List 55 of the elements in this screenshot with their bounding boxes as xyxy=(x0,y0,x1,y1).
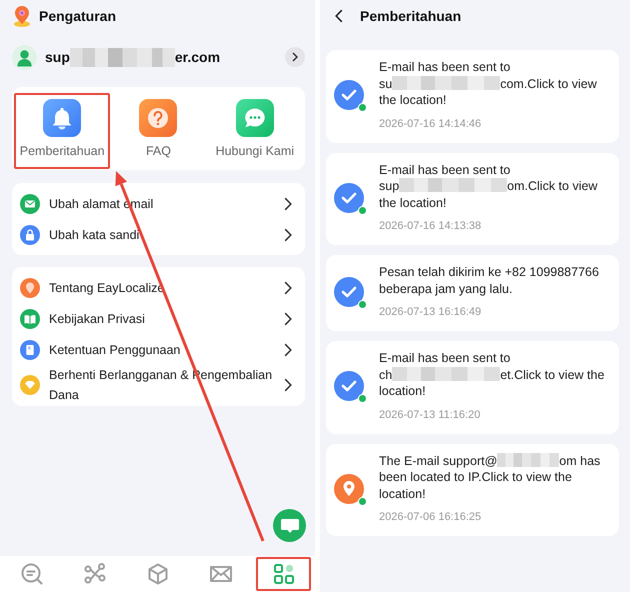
check-icon xyxy=(334,371,364,402)
search-icon xyxy=(20,562,44,586)
menu-item[interactable]: Ketentuan Penggunaan xyxy=(12,334,305,365)
menu-item[interactable]: Kebijakan Privasi xyxy=(12,303,305,334)
quick-action[interactable]: Hubungi Kami xyxy=(206,93,303,169)
chat-button[interactable] xyxy=(273,509,306,542)
notification-message: E-mail has been sent to sup om.Click to view the location! xyxy=(379,162,598,211)
check-icon xyxy=(334,80,364,110)
chevron-right-icon xyxy=(284,280,292,294)
check-icon xyxy=(334,277,364,307)
notification-message: E-mail has been sent to su com.Click to view the location! xyxy=(379,59,598,108)
chevron-left-icon xyxy=(335,9,343,23)
notification-card[interactable]: E-mail has been sent to su com.Click to view the location! 2026-07-16 14:14:46 xyxy=(326,50,619,142)
email-icon xyxy=(20,194,40,214)
account-email: sup er.com xyxy=(45,48,220,66)
notification-time: 2026-07-16 14:14:46 xyxy=(379,116,482,132)
pin-icon xyxy=(20,278,40,298)
notification-time: 2026-07-16 14:13:38 xyxy=(379,219,482,234)
location-pin-icon xyxy=(334,474,364,504)
book-icon xyxy=(20,308,40,328)
document-icon xyxy=(20,340,40,360)
notification-time: 2026-07-06 16:16:25 xyxy=(379,510,482,525)
chevron-right-icon xyxy=(292,52,298,62)
notification-card[interactable]: E-mail has been sent to ch et.Click to view the location! 2026-07-13 11:16:20 xyxy=(326,341,619,434)
menu-item[interactable]: Ubah kata sandi xyxy=(12,219,305,250)
chevron-right-icon xyxy=(284,342,292,356)
notification-card[interactable]: The E-mail support@ om has been located to IP.Click to view the location! 2026-07-06 16:16:25 xyxy=(326,444,619,536)
check-icon xyxy=(334,182,364,213)
bell-icon xyxy=(43,99,82,137)
notification-time: 2026-07-13 16:16:49 xyxy=(379,305,482,320)
chat-bubble-icon xyxy=(280,518,298,534)
chevron-right-icon xyxy=(284,312,292,326)
chevron-right-icon xyxy=(284,228,292,242)
share-icon xyxy=(82,562,106,586)
notifications-title: Pemberitahuan xyxy=(360,8,462,24)
account-arrow-button[interactable] xyxy=(285,47,305,67)
apps-grid-icon xyxy=(272,562,296,586)
question-icon xyxy=(139,99,178,137)
chevron-right-icon xyxy=(284,196,292,210)
notification-message: The E-mail support@ om has been located to IP.Click to view the location! xyxy=(379,452,602,502)
notification-message: E-mail has been sent to ch et.Click to view the location! xyxy=(379,350,606,400)
lock-icon xyxy=(20,224,40,244)
location-pin-icon xyxy=(13,5,31,27)
quick-action[interactable]: Pemberitahuan xyxy=(14,93,110,169)
speech-bubble-icon xyxy=(236,99,274,137)
notification-card[interactable]: E-mail has been sent to sup om.Click to view the location! 2026-07-16 14:13:38 xyxy=(326,152,619,245)
chevron-right-icon xyxy=(284,378,292,392)
settings-title: Pengaturan xyxy=(39,8,116,24)
notification-time: 2026-07-13 11:16:20 xyxy=(379,408,482,422)
nav-tab[interactable] xyxy=(256,557,311,591)
notification-card[interactable]: Pesan telah dikirim ke +82 1099887766 beberapa jam yang lalu. 2026-07-13 16:16:49 xyxy=(326,255,619,331)
notification-message: Pesan telah dikirim ke +82 1099887766 beberapa jam yang lalu. xyxy=(379,264,600,297)
avatar-icon xyxy=(12,44,37,70)
cube-icon xyxy=(146,562,170,586)
quick-action[interactable]: FAQ xyxy=(110,93,207,169)
